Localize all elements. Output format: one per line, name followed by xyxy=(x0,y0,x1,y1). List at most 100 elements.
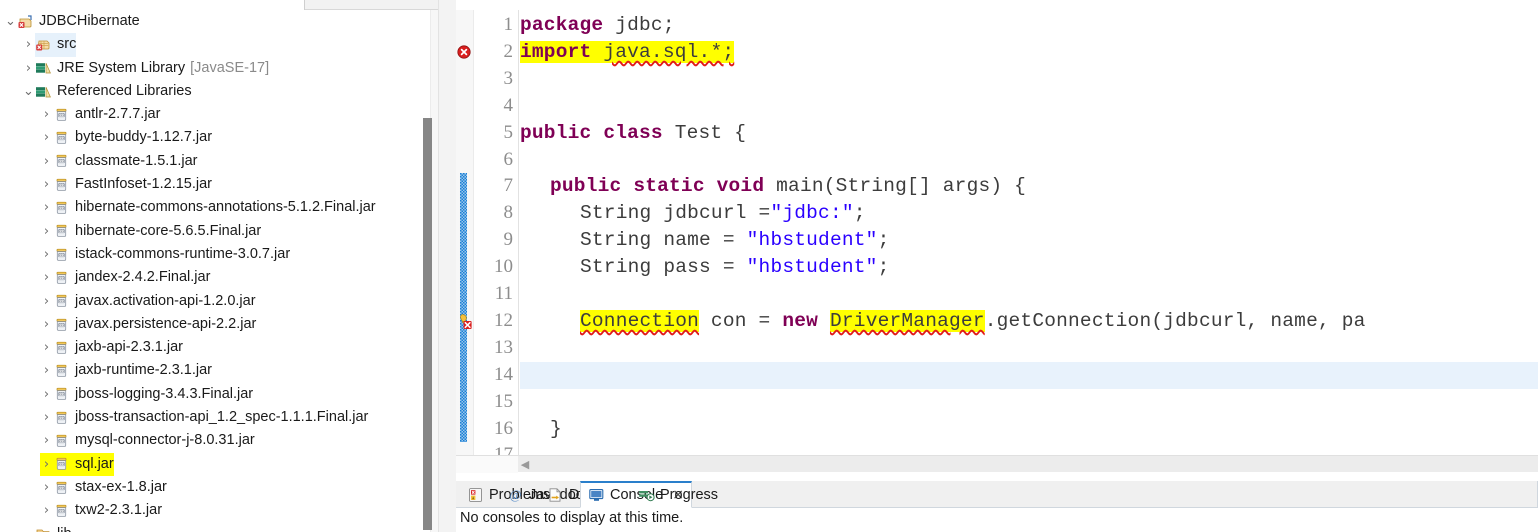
tree-item-content[interactable]: 010 antlr-2.7.7.jar xyxy=(53,103,160,126)
tree-item-mysql-connector-j-8-0-31-jar[interactable]: › 010 mysql-connector-j-8.0.31.jar xyxy=(0,429,430,452)
chevron-right-icon[interactable]: › xyxy=(40,383,53,406)
chevron-right-icon[interactable]: › xyxy=(40,173,53,196)
chevron-right-icon[interactable]: › xyxy=(40,126,53,149)
chevron-right-icon[interactable]: › xyxy=(40,150,53,173)
tree-item-label: txw2-2.3.1.jar xyxy=(75,502,163,519)
tree-item-content[interactable]: 010 byte-buddy-1.12.7.jar xyxy=(53,126,212,149)
tree-item-jaxb-api-2-3-1-jar[interactable]: › 010 jaxb-api-2.3.1.jar xyxy=(0,336,430,359)
chevron-right-icon[interactable]: › xyxy=(40,196,53,219)
tree-item-javax-persistence-api-2-2-jar[interactable]: › 010 javax.persistence-api-2.2.jar xyxy=(0,313,430,336)
bottom-view-tab-strip[interactable]: Problems@JavadocDeclarationConsole×Progr… xyxy=(456,481,1538,508)
explorer-active-tab[interactable] xyxy=(0,0,305,10)
tree-item-content[interactable]: 010 javax.persistence-api-2.2.jar xyxy=(53,313,256,336)
tree-item-content[interactable]: 010 jandex-2.4.2.Final.jar xyxy=(53,266,210,289)
tree-item-lib[interactable]: ⌄ lib xyxy=(0,523,430,532)
chevron-right-icon[interactable]: › xyxy=(40,476,53,499)
tree-item-classmate-1-5-1-jar[interactable]: › 010 classmate-1.5.1.jar xyxy=(0,150,430,173)
tree-item-javax-activation-api-1-2-0-jar[interactable]: › 010 javax.activation-api-1.2.0.jar xyxy=(0,290,430,313)
code-line[interactable]: String pass = "hbstudent"; xyxy=(580,254,889,281)
chevron-right-icon[interactable]: › xyxy=(40,359,53,382)
chevron-right-icon[interactable]: › xyxy=(40,266,53,289)
chevron-down-icon[interactable]: ⌄ xyxy=(4,14,17,29)
code-token: Test { xyxy=(662,121,747,144)
view-sash-divider[interactable] xyxy=(438,0,456,532)
chevron-down-icon[interactable]: ⌄ xyxy=(22,527,35,532)
chevron-right-icon[interactable]: › xyxy=(40,243,53,266)
tree-item-content[interactable]: 010 txw2-2.3.1.jar xyxy=(53,499,162,522)
chevron-right-icon[interactable]: › xyxy=(40,429,53,452)
code-token: public static void xyxy=(550,175,765,198)
tree-item-stax-ex-1-8-jar[interactable]: › 010 stax-ex-1.8.jar xyxy=(0,476,430,499)
chevron-right-icon[interactable]: › xyxy=(40,406,53,429)
tree-item-label: Referenced Libraries xyxy=(57,82,192,99)
code-line[interactable]: import java.sql.*; xyxy=(520,39,735,66)
error-icon[interactable] xyxy=(456,44,473,60)
tree-item-content[interactable]: 010 jaxb-runtime-2.3.1.jar xyxy=(53,359,212,382)
tree-item-content[interactable]: Referenced Libraries xyxy=(35,80,192,103)
tree-item-jre-system-library[interactable]: › JRE System Library [JavaSE-17] xyxy=(0,57,430,80)
tree-item-referenced-libraries[interactable]: ⌄ Referenced Libraries xyxy=(0,80,430,103)
chevron-down-icon[interactable]: ⌄ xyxy=(22,84,35,99)
line-number: 6 xyxy=(503,148,514,170)
tree-item-content[interactable]: 010 FastInfoset-1.2.15.jar xyxy=(53,173,212,196)
tree-item-hibernate-commons-annotations-5-1-2-final-jar[interactable]: › 010 hibernate-commons-annotations-5.1.2.… xyxy=(0,196,430,219)
editor-active-tab[interactable] xyxy=(456,0,1538,10)
tree-item-hibernate-core-5-6-5-final-jar[interactable]: › 010 hibernate-core-5.6.5.Final.jar xyxy=(0,220,430,243)
chevron-right-icon[interactable]: › xyxy=(40,452,53,476)
chevron-right-icon[interactable]: › xyxy=(40,499,53,522)
tree-item-content[interactable]: 010 jboss-transaction-api_1.2_spec-1.1.1.… xyxy=(53,406,368,429)
chevron-right-icon[interactable]: › xyxy=(40,336,53,359)
tree-item-content[interactable]: 010 hibernate-core-5.6.5.Final.jar xyxy=(53,220,261,243)
jar-icon: 010 xyxy=(53,177,70,193)
tree-item-antlr-2-7-7-jar[interactable]: › 010 antlr-2.7.7.jar xyxy=(0,103,430,126)
tree-item-src[interactable]: › src xyxy=(0,33,430,57)
tree-item-content[interactable]: 010 classmate-1.5.1.jar xyxy=(53,150,198,173)
tree-item-content[interactable]: JRE System Library [JavaSE-17] xyxy=(35,57,269,80)
tree-item-jaxb-runtime-2-3-1-jar[interactable]: › 010 jaxb-runtime-2.3.1.jar xyxy=(0,359,430,382)
tree-item-fastinfoset-1-2-15-jar[interactable]: › 010 FastInfoset-1.2.15.jar xyxy=(0,173,430,196)
chevron-right-icon[interactable]: › xyxy=(22,57,35,80)
tree-item-content[interactable]: lib xyxy=(35,523,72,532)
editor-horizontal-scrollbar[interactable]: ◀ xyxy=(456,455,1538,473)
code-text-area[interactable]: package jdbc; import java.sql.*; public cl… xyxy=(520,10,1538,455)
code-line[interactable]: } xyxy=(550,416,562,443)
tree-item-jboss-transaction-api-1-2-spec-1-1-1-final-jar[interactable]: › 010 jboss-transaction-api_1.2_spec-1.1.1… xyxy=(0,406,430,429)
line-number: 15 xyxy=(494,390,513,412)
chevron-right-icon[interactable]: › xyxy=(40,290,53,313)
code-line[interactable]: public class Test { xyxy=(520,120,746,147)
annotation-ruler[interactable] xyxy=(456,10,474,455)
tree-item-content[interactable]: 010 jaxb-api-2.3.1.jar xyxy=(53,336,183,359)
tree-item-content[interactable]: JDBCHibernate xyxy=(17,10,140,33)
tree-item-jboss-logging-3-4-3-final-jar[interactable]: › 010 jboss-logging-3.4.3.Final.jar xyxy=(0,383,430,406)
tree-item-content[interactable]: 010 sql.jar xyxy=(53,452,114,476)
project-tree[interactable]: ⌄ JDBCHibernate › src › JRE System Library [Ja… xyxy=(0,10,430,532)
code-line[interactable]: String name = "hbstudent"; xyxy=(580,227,889,254)
tree-item-jdbchibernate[interactable]: ⌄ JDBCHibernate xyxy=(0,10,430,33)
java-editor[interactable]: 1234567⊖891011121314151617 package jdbc;… xyxy=(456,10,1538,455)
code-line[interactable]: package jdbc; xyxy=(520,12,675,39)
tree-item-content[interactable]: 010 hibernate-commons-annotations-5.1.2.F… xyxy=(53,196,376,219)
chevron-right-icon[interactable]: › xyxy=(22,33,35,56)
tree-item-istack-commons-runtime-3-0-7-jar[interactable]: › 010 istack-commons-runtime-3.0.7.jar xyxy=(0,243,430,266)
code-line[interactable]: public static void main(String[] args) { xyxy=(550,173,1026,200)
tree-item-content[interactable]: 010 istack-commons-runtime-3.0.7.jar xyxy=(53,243,290,266)
chevron-right-icon[interactable]: › xyxy=(40,313,53,336)
tree-item-content[interactable]: 010 mysql-connector-j-8.0.31.jar xyxy=(53,429,255,452)
scroll-left-arrow[interactable]: ◀ xyxy=(516,456,534,473)
explorer-vertical-scrollbar[interactable] xyxy=(423,118,432,530)
code-line[interactable]: Connection con = new DriverManager.getCo… xyxy=(580,308,1366,335)
tree-item-content[interactable]: 010 stax-ex-1.8.jar xyxy=(53,476,167,499)
tree-item-sql-jar[interactable]: › 010 sql.jar xyxy=(0,452,430,476)
tab-progress[interactable]: Progress xyxy=(631,481,725,508)
tree-item-content[interactable]: 010 javax.activation-api-1.2.0.jar xyxy=(53,290,256,313)
chevron-right-icon[interactable]: › xyxy=(40,103,53,126)
tree-item-content[interactable]: src xyxy=(35,33,77,57)
quickfix-error-icon[interactable] xyxy=(456,313,473,329)
explorer-scrollbar-thumb[interactable] xyxy=(423,118,432,530)
code-line[interactable]: String jdbcurl ="jdbc:"; xyxy=(580,200,866,227)
tree-item-jandex-2-4-2-final-jar[interactable]: › 010 jandex-2.4.2.Final.jar xyxy=(0,266,430,289)
tree-item-txw2-2-3-1-jar[interactable]: › 010 txw2-2.3.1.jar xyxy=(0,499,430,522)
tree-item-byte-buddy-1-12-7-jar[interactable]: › 010 byte-buddy-1.12.7.jar xyxy=(0,126,430,149)
chevron-right-icon[interactable]: › xyxy=(40,220,53,243)
tree-item-content[interactable]: 010 jboss-logging-3.4.3.Final.jar xyxy=(53,383,253,406)
